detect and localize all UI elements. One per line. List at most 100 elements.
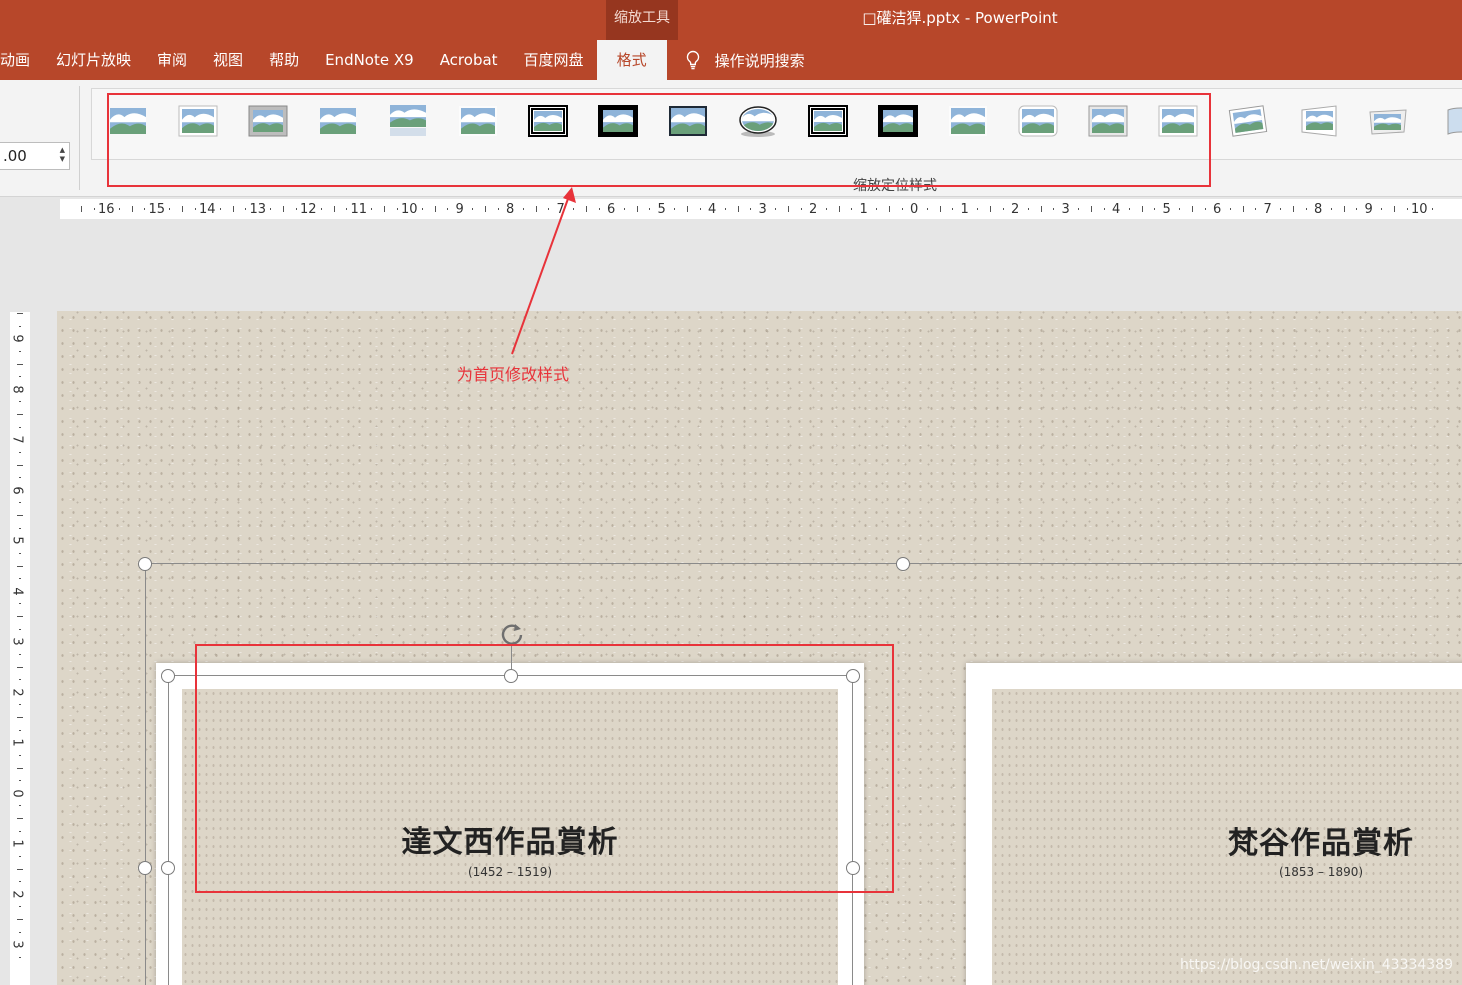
ruler-h-label: 0 — [910, 202, 919, 217]
ruler-v-tick — [19, 729, 21, 731]
ruler-v-tick — [19, 628, 21, 630]
ruler-v-tick — [17, 919, 23, 920]
ruler-h-label: 8 — [1314, 202, 1323, 217]
ruler-h-label: 6 — [607, 202, 616, 217]
tab-view[interactable]: 视图 — [200, 40, 256, 80]
ruler-v-label: 3 — [9, 637, 25, 646]
group-resize-handle-top-left[interactable] — [138, 557, 152, 571]
ruler-v-tick — [19, 502, 21, 503]
annotation-text: 为首页修改样式 — [457, 365, 570, 384]
ruler-h-label: 12 — [300, 202, 317, 217]
ribbon-divider — [79, 86, 80, 190]
ruler-h-tick — [169, 208, 170, 210]
ruler-v-tick — [19, 956, 21, 958]
ruler-h-tick — [1027, 208, 1029, 210]
zoom-tools-context-label: 缩放工具 — [606, 0, 678, 40]
ruler-v-tick — [17, 616, 23, 617]
zoom-style-17-rotated[interactable] — [1228, 104, 1268, 138]
ruler-h-label: 3 — [1061, 202, 1070, 217]
ruler-h-tick — [219, 208, 221, 210]
ruler-v-label: 5 — [9, 536, 25, 545]
ruler-h-tick — [118, 208, 120, 210]
zoom-card-vangogh-title: 梵谷作品賞析 — [1228, 826, 1414, 861]
ruler-v-tick — [17, 818, 23, 819]
ruler-h-tick — [775, 208, 776, 210]
ruler-h-tick — [1154, 208, 1155, 210]
ruler-v-tick — [19, 653, 21, 655]
ruler-v-tick — [17, 868, 23, 870]
group-resize-handle-top-center[interactable] — [896, 557, 910, 571]
zoom-card-vangogh[interactable]: 梵谷作品賞析 (1853 – 1890) — [966, 663, 1462, 985]
tab-format[interactable]: 格式 — [596, 40, 667, 80]
ruler-h-label: 9 — [1364, 202, 1373, 217]
ruler-v-tick — [19, 603, 21, 604]
picture-thumbnail-icon — [1369, 109, 1407, 135]
ruler-v-label: 8 — [9, 384, 25, 394]
ruler-h-tick — [586, 206, 587, 212]
size-spinner[interactable]: ▲ ▼ — [60, 146, 65, 164]
zoom-style-19-perspective-flat[interactable] — [1368, 104, 1408, 138]
ruler-h-tick — [1192, 206, 1193, 212]
card-resize-handle-middle-left[interactable] — [161, 861, 175, 875]
ruler-v-tick — [17, 363, 23, 365]
ruler-h-tick — [232, 206, 234, 212]
ruler-v-tick — [17, 464, 23, 466]
tell-me-search[interactable]: 操作说明搜索 — [667, 40, 805, 80]
tab-animations[interactable]: 动画 — [0, 40, 43, 80]
ruler-h-tick — [788, 206, 789, 212]
watermark: https://blog.csdn.net/weixin_43334389 — [1180, 957, 1454, 973]
ruler-h-tick — [825, 208, 827, 210]
ruler-h-tick — [144, 208, 145, 210]
ruler-v-tick — [19, 906, 21, 907]
ruler-h-tick — [952, 208, 953, 210]
ruler-h-tick — [649, 208, 650, 210]
tab-endnote[interactable]: EndNote X9 — [312, 40, 427, 80]
ruler-v-tick — [19, 830, 21, 832]
ruler-h-tick — [1002, 208, 1004, 210]
ruler-v-tick — [17, 666, 23, 668]
ruler-h-tick — [371, 208, 372, 210]
ruler-h-tick — [889, 206, 890, 212]
ruler-h-label: 4 — [1112, 202, 1121, 217]
card-resize-handle-top-left[interactable] — [161, 669, 175, 683]
tab-help[interactable]: 帮助 — [256, 40, 312, 80]
ruler-h-label: 16 — [98, 202, 115, 217]
ruler-h-tick — [1406, 208, 1408, 210]
ruler-v-tick — [19, 401, 21, 402]
ruler-h-tick — [1204, 208, 1206, 210]
ruler-h-tick — [901, 208, 903, 210]
group-selection-top-edge — [145, 563, 1462, 564]
size-input[interactable]: .00 ▲ ▼ — [0, 142, 70, 170]
ruler-h-tick — [1242, 206, 1244, 212]
zoom-style-18-perspective-left[interactable] — [1298, 104, 1338, 138]
ruler-v-tick — [19, 780, 21, 781]
ruler-h-tick — [876, 208, 877, 210]
ruler-v-tick — [17, 515, 23, 516]
ruler-h-label: 7 — [556, 202, 565, 217]
tab-review[interactable]: 审阅 — [144, 40, 200, 80]
tab-slide-show[interactable]: 幻灯片放映 — [43, 40, 144, 80]
ruler-h-label: 14 — [199, 202, 216, 217]
tab-baidu-netdisk[interactable]: 百度网盘 — [511, 40, 597, 80]
ruler-h-tick — [1280, 208, 1281, 210]
ruler-h-tick — [636, 206, 638, 212]
ruler-h-label: 10 — [1411, 202, 1428, 217]
ruler-h-tick — [384, 206, 385, 212]
ruler-h-label: 10 — [401, 202, 418, 217]
ruler-h-tick — [447, 208, 448, 210]
zoom-style-20-curved[interactable] — [1438, 104, 1462, 138]
ruler-h-label: 2 — [1011, 202, 1020, 217]
ruler-h-label: 7 — [1263, 202, 1272, 217]
tab-acrobat[interactable]: Acrobat — [427, 40, 511, 80]
annotation-card-highlight — [195, 644, 894, 893]
ruler-h-tick — [737, 206, 739, 212]
ruler-h-tick — [623, 208, 625, 210]
group-resize-handle-middle-left[interactable] — [138, 861, 152, 875]
ruler-v-tick — [19, 325, 21, 327]
ruler-h-tick — [598, 208, 600, 210]
ruler-v-label: 9 — [9, 334, 25, 343]
ruler-h-tick — [674, 208, 675, 210]
annotation-gallery-highlight — [107, 93, 1211, 187]
ruler-h-label: 11 — [350, 202, 368, 217]
ruler-h-tick — [522, 208, 524, 210]
